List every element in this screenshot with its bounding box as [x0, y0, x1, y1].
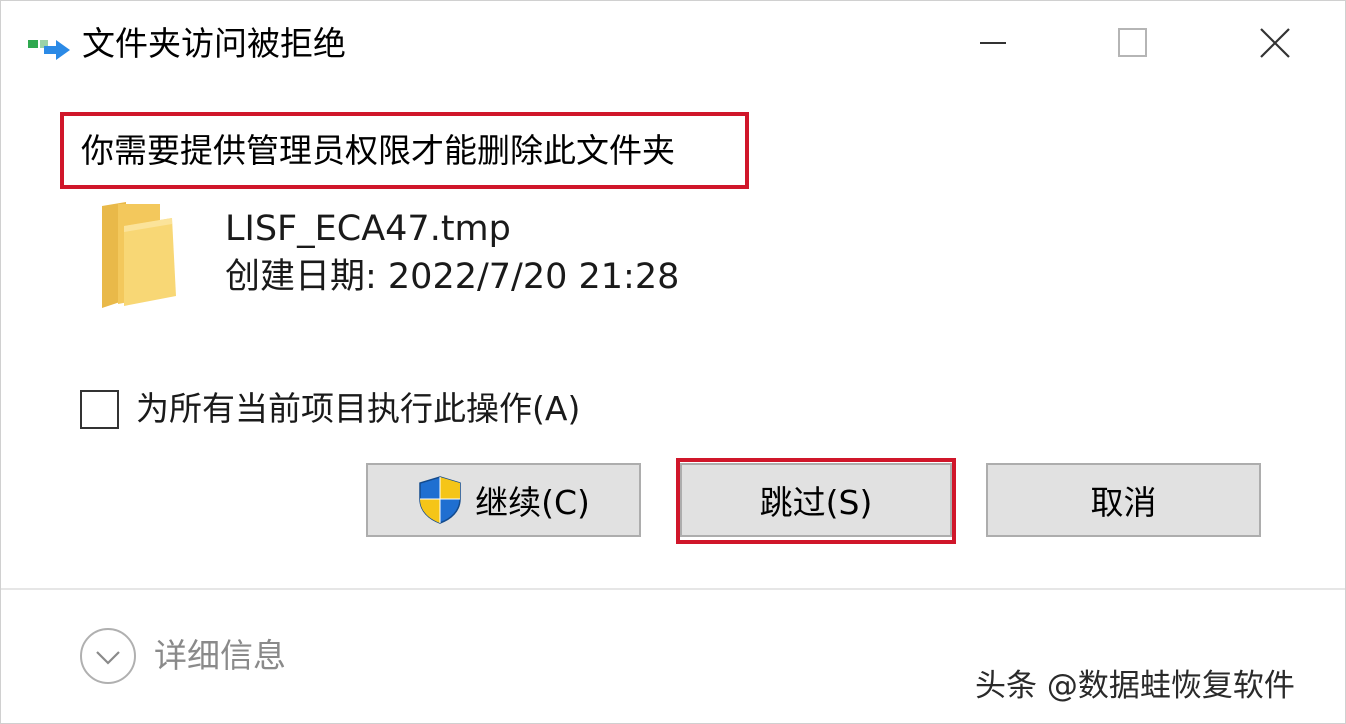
skip-label: 跳过(S) [759, 483, 873, 522]
cancel-button[interactable]: 取消 [986, 463, 1261, 537]
details-label[interactable]: 详细信息 [154, 632, 286, 680]
uac-shield-icon [417, 475, 463, 525]
maximize-button[interactable] [1098, 14, 1168, 70]
maximize-icon [1118, 28, 1147, 57]
file-created-date: 创建日期: 2022/7/20 21:28 [225, 257, 680, 297]
folder-icon [98, 200, 180, 310]
permission-message-highlight: 你需要提供管理员权限才能删除此文件夹 [60, 112, 749, 189]
watermark-text: 头条 @数据蛙恢复软件 [975, 668, 1295, 704]
cancel-label: 取消 [1090, 483, 1157, 522]
minimize-button[interactable] [958, 14, 1028, 70]
close-button[interactable] [1240, 14, 1310, 70]
footer-divider [0, 588, 1346, 590]
folder-move-icon [26, 32, 74, 62]
permission-message: 你需要提供管理员权限才能删除此文件夹 [81, 131, 675, 170]
apply-all-checkbox[interactable] [80, 390, 119, 429]
close-icon [1260, 28, 1290, 58]
chevron-down-icon[interactable] [78, 626, 138, 686]
dialog-window: 文件夹访问被拒绝 你需要提供管理员权限才能删除此文件夹 LISF_ECA47.t… [0, 0, 1346, 724]
more-details-toggle[interactable]: 详细信息 [78, 626, 338, 688]
file-name: LISF_ECA47.tmp [225, 209, 511, 249]
continue-label: 继续(C) [475, 483, 590, 522]
continue-button[interactable]: 继续(C) [366, 463, 641, 537]
window-title: 文件夹访问被拒绝 [82, 24, 346, 63]
title-bar[interactable]: 文件夹访问被拒绝 [0, 0, 1346, 86]
minimize-icon [980, 42, 1006, 44]
window-border [0, 0, 1346, 724]
skip-button[interactable]: 跳过(S) [680, 463, 952, 537]
apply-all-label[interactable]: 为所有当前项目执行此操作(A) [136, 384, 580, 434]
apply-all-option[interactable]: 为所有当前项目执行此操作(A) [80, 384, 680, 434]
